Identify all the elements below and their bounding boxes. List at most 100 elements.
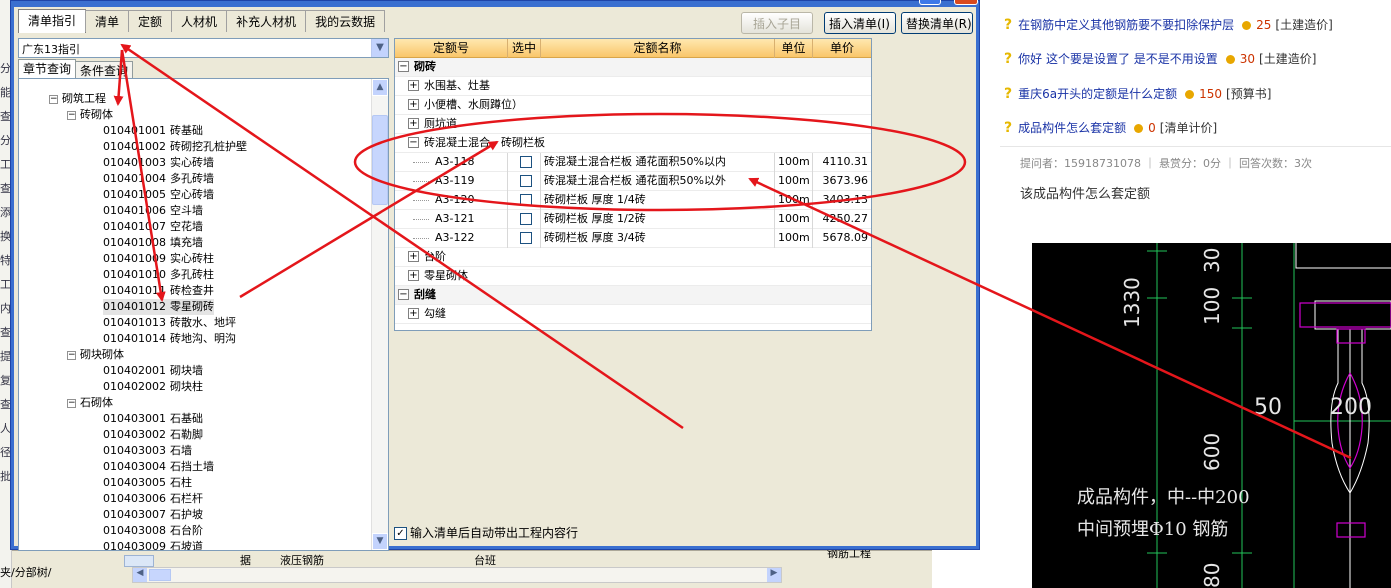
expand-icon[interactable]: + — [408, 80, 419, 91]
header-unit[interactable]: 单位 — [775, 39, 813, 58]
question-title[interactable]: 成品构件怎么套定额 — [1018, 121, 1126, 135]
horizontal-scrollbar[interactable]: ◀ ▶ — [132, 567, 782, 583]
grid-quota-row[interactable]: A3-119 砖混凝土混合栏板 通花面积50%以外 100m 3673.96 — [395, 172, 871, 191]
tree-leaf[interactable]: 010403003 石墙 — [103, 443, 192, 459]
question-category[interactable]: [预算书] — [1226, 87, 1271, 101]
grid-group-row[interactable]: + 小便槽、水厕蹲位） — [395, 96, 871, 115]
scroll-thumb[interactable] — [149, 569, 171, 581]
tree-leaf[interactable]: 010403006 石栏杆 — [103, 491, 203, 507]
tree-leaf[interactable]: 010401009 实心砖柱 — [103, 251, 214, 267]
expand-icon[interactable]: + — [408, 251, 419, 262]
scroll-right-icon[interactable]: ▶ — [767, 568, 781, 582]
tree-leaf[interactable]: 010401002 砖砌挖孔桩护壁 — [103, 139, 247, 155]
question-item[interactable]: ? 你好 这个要是设置了 是不是不用设置 30 [土建造价] — [1004, 50, 1316, 70]
header-selected[interactable]: 选中 — [508, 39, 541, 58]
tree-node[interactable]: − 砌筑工程 — [49, 91, 106, 107]
tab-list-guide[interactable]: 清单指引 — [18, 9, 87, 33]
tab-condition-query[interactable]: 条件查询 — [75, 61, 134, 79]
tab-quota[interactable]: 定额 — [128, 10, 173, 32]
tree-node[interactable]: − 砌块砌体 — [67, 347, 124, 363]
tree-leaf[interactable]: 010403001 石基础 — [103, 411, 203, 427]
tree-leaf[interactable]: 010403005 石柱 — [103, 475, 192, 491]
collapse-icon[interactable]: − — [67, 398, 76, 408]
insert-list-button[interactable]: 插入清单(I) — [824, 12, 896, 34]
grid-quota-row[interactable]: A3-121 砖砌栏板 厚度 1/2砖 100m 4250.27 — [395, 210, 871, 229]
expand-icon[interactable]: + — [408, 308, 419, 319]
checkbox-checked-icon[interactable]: ✓ — [394, 527, 407, 540]
tree-leaf[interactable]: 010401014 砖地沟、明沟 — [103, 331, 236, 347]
grid-group-row[interactable]: + 零星砌体 — [395, 267, 871, 286]
question-category[interactable]: [土建造价] — [1259, 52, 1316, 66]
grid-section-row[interactable]: − 砌砖 — [395, 58, 871, 77]
collapse-icon[interactable]: − — [67, 350, 76, 360]
question-item[interactable]: ? 重庆6a开头的定额是什么定额 150 [预算书] — [1004, 85, 1271, 105]
question-item[interactable]: ? 成品构件怎么套定额 0 [清单计价] — [1004, 119, 1217, 139]
collapse-icon[interactable]: − — [67, 110, 76, 120]
tree-leaf[interactable]: 010403009 石坡道 — [103, 539, 203, 550]
tree-leaf[interactable]: 010402001 砌块墙 — [103, 363, 203, 379]
collapse-icon[interactable]: − — [408, 137, 419, 148]
grid-group-row[interactable]: + 台阶 — [395, 248, 871, 267]
question-category[interactable]: [清单计价] — [1160, 121, 1217, 135]
tree-leaf[interactable]: 010403004 石挡土墙 — [103, 459, 214, 475]
tree-leaf[interactable]: 010401013 砖散水、地坪 — [103, 315, 236, 331]
tree-leaf[interactable]: 010403007 石护坡 — [103, 507, 203, 523]
header-quota-name[interactable]: 定额名称 — [541, 39, 775, 58]
question-title[interactable]: 你好 这个要是设置了 是不是不用设置 — [1018, 52, 1218, 66]
collapse-icon[interactable]: − — [398, 289, 409, 300]
grid-group-row[interactable]: + 水围基、灶基 — [395, 77, 871, 96]
tree-leaf[interactable]: 010401012 零星砌砖 — [103, 299, 214, 315]
header-unit-price[interactable]: 单价 — [813, 39, 871, 58]
question-title[interactable]: 在钢筋中定义其他钢筋要不要扣除保护层 — [1018, 18, 1234, 32]
select-checkbox[interactable] — [519, 156, 532, 168]
scroll-thumb[interactable] — [372, 115, 388, 205]
collapse-icon[interactable]: − — [398, 61, 409, 72]
tree-leaf[interactable]: 010401011 砖检查井 — [103, 283, 214, 299]
grid-group-row[interactable]: + 勾缝 — [395, 305, 871, 324]
tree-leaf[interactable]: 010401003 实心砖墙 — [103, 155, 214, 171]
tree-leaf[interactable]: 010401006 空斗墙 — [103, 203, 203, 219]
tree-leaf[interactable]: 010401010 多孔砖柱 — [103, 267, 214, 283]
tree-leaf[interactable]: 010401005 空心砖墙 — [103, 187, 214, 203]
tab-supplement-lmm[interactable]: 补充人材机 — [226, 10, 307, 32]
tree-leaf[interactable]: 010401007 空花墙 — [103, 219, 203, 235]
tab-labor-material-machine[interactable]: 人材机 — [171, 10, 228, 32]
header-quota-code[interactable]: 定额号 — [395, 39, 508, 58]
grid-quota-row[interactable]: A3-118 砖混凝土混合栏板 通花面积50%以内 100m 4110.31 — [395, 153, 871, 172]
question-category[interactable]: [土建造价] — [1275, 18, 1332, 32]
tab-my-cloud-data[interactable]: 我的云数据 — [305, 10, 386, 32]
minimize-icon[interactable] — [919, 0, 941, 5]
select-checkbox[interactable] — [519, 213, 532, 225]
tree-node[interactable]: − 砖砌体 — [67, 107, 113, 123]
tree-leaf[interactable]: 010401008 填充墙 — [103, 235, 203, 251]
grid-section-row[interactable]: − 刮缝 — [395, 286, 871, 305]
auto-content-option[interactable]: ✓ 输入清单后自动带出工程内容行 — [394, 524, 578, 541]
expand-icon[interactable]: + — [408, 118, 419, 129]
collapse-icon[interactable]: − — [49, 94, 58, 104]
guide-select[interactable]: 广东13指引 ▼ — [18, 38, 389, 58]
replace-list-button[interactable]: 替换清单(R) — [901, 12, 973, 34]
insert-child-button[interactable]: 插入子目 — [741, 12, 813, 34]
scroll-down-icon[interactable]: ▼ — [372, 533, 388, 550]
question-title[interactable]: 重庆6a开头的定额是什么定额 — [1018, 87, 1177, 101]
tree-leaf[interactable]: 010403008 石台阶 — [103, 523, 203, 539]
tree-leaf[interactable]: 010401001 砖基础 — [103, 123, 203, 139]
left-bottom-tabs[interactable]: 夹/分部树/ — [0, 564, 51, 580]
tree-leaf[interactable]: 010402002 砌块柱 — [103, 379, 203, 395]
expand-icon[interactable]: + — [408, 270, 419, 281]
scroll-up-icon[interactable]: ▲ — [372, 79, 388, 96]
tree-leaf[interactable]: 010401004 多孔砖墙 — [103, 171, 214, 187]
tree-leaf[interactable]: 010403002 石勒脚 — [103, 427, 203, 443]
grid-group-row[interactable]: + 厕坑道 — [395, 115, 871, 134]
select-checkbox[interactable] — [519, 175, 532, 187]
vertical-scrollbar[interactable]: ▲ ▼ — [371, 79, 388, 550]
grid-quota-row[interactable]: A3-120 砖砌栏板 厚度 1/4砖 100m 3403.13 — [395, 191, 871, 210]
select-checkbox[interactable] — [519, 194, 532, 206]
grid-quota-row[interactable]: A3-122 砖砌栏板 厚度 3/4砖 100m 5678.09 — [395, 229, 871, 248]
question-item[interactable]: ? 在钢筋中定义其他钢筋要不要扣除保护层 25 [土建造价] — [1004, 16, 1333, 36]
grid-group-row[interactable]: − 砖混凝土混合、砖砌栏板 — [395, 134, 871, 153]
expand-icon[interactable]: + — [408, 99, 419, 110]
select-checkbox[interactable] — [519, 232, 532, 244]
close-icon[interactable] — [954, 0, 978, 5]
tree-node[interactable]: − 石砌体 — [67, 395, 113, 411]
